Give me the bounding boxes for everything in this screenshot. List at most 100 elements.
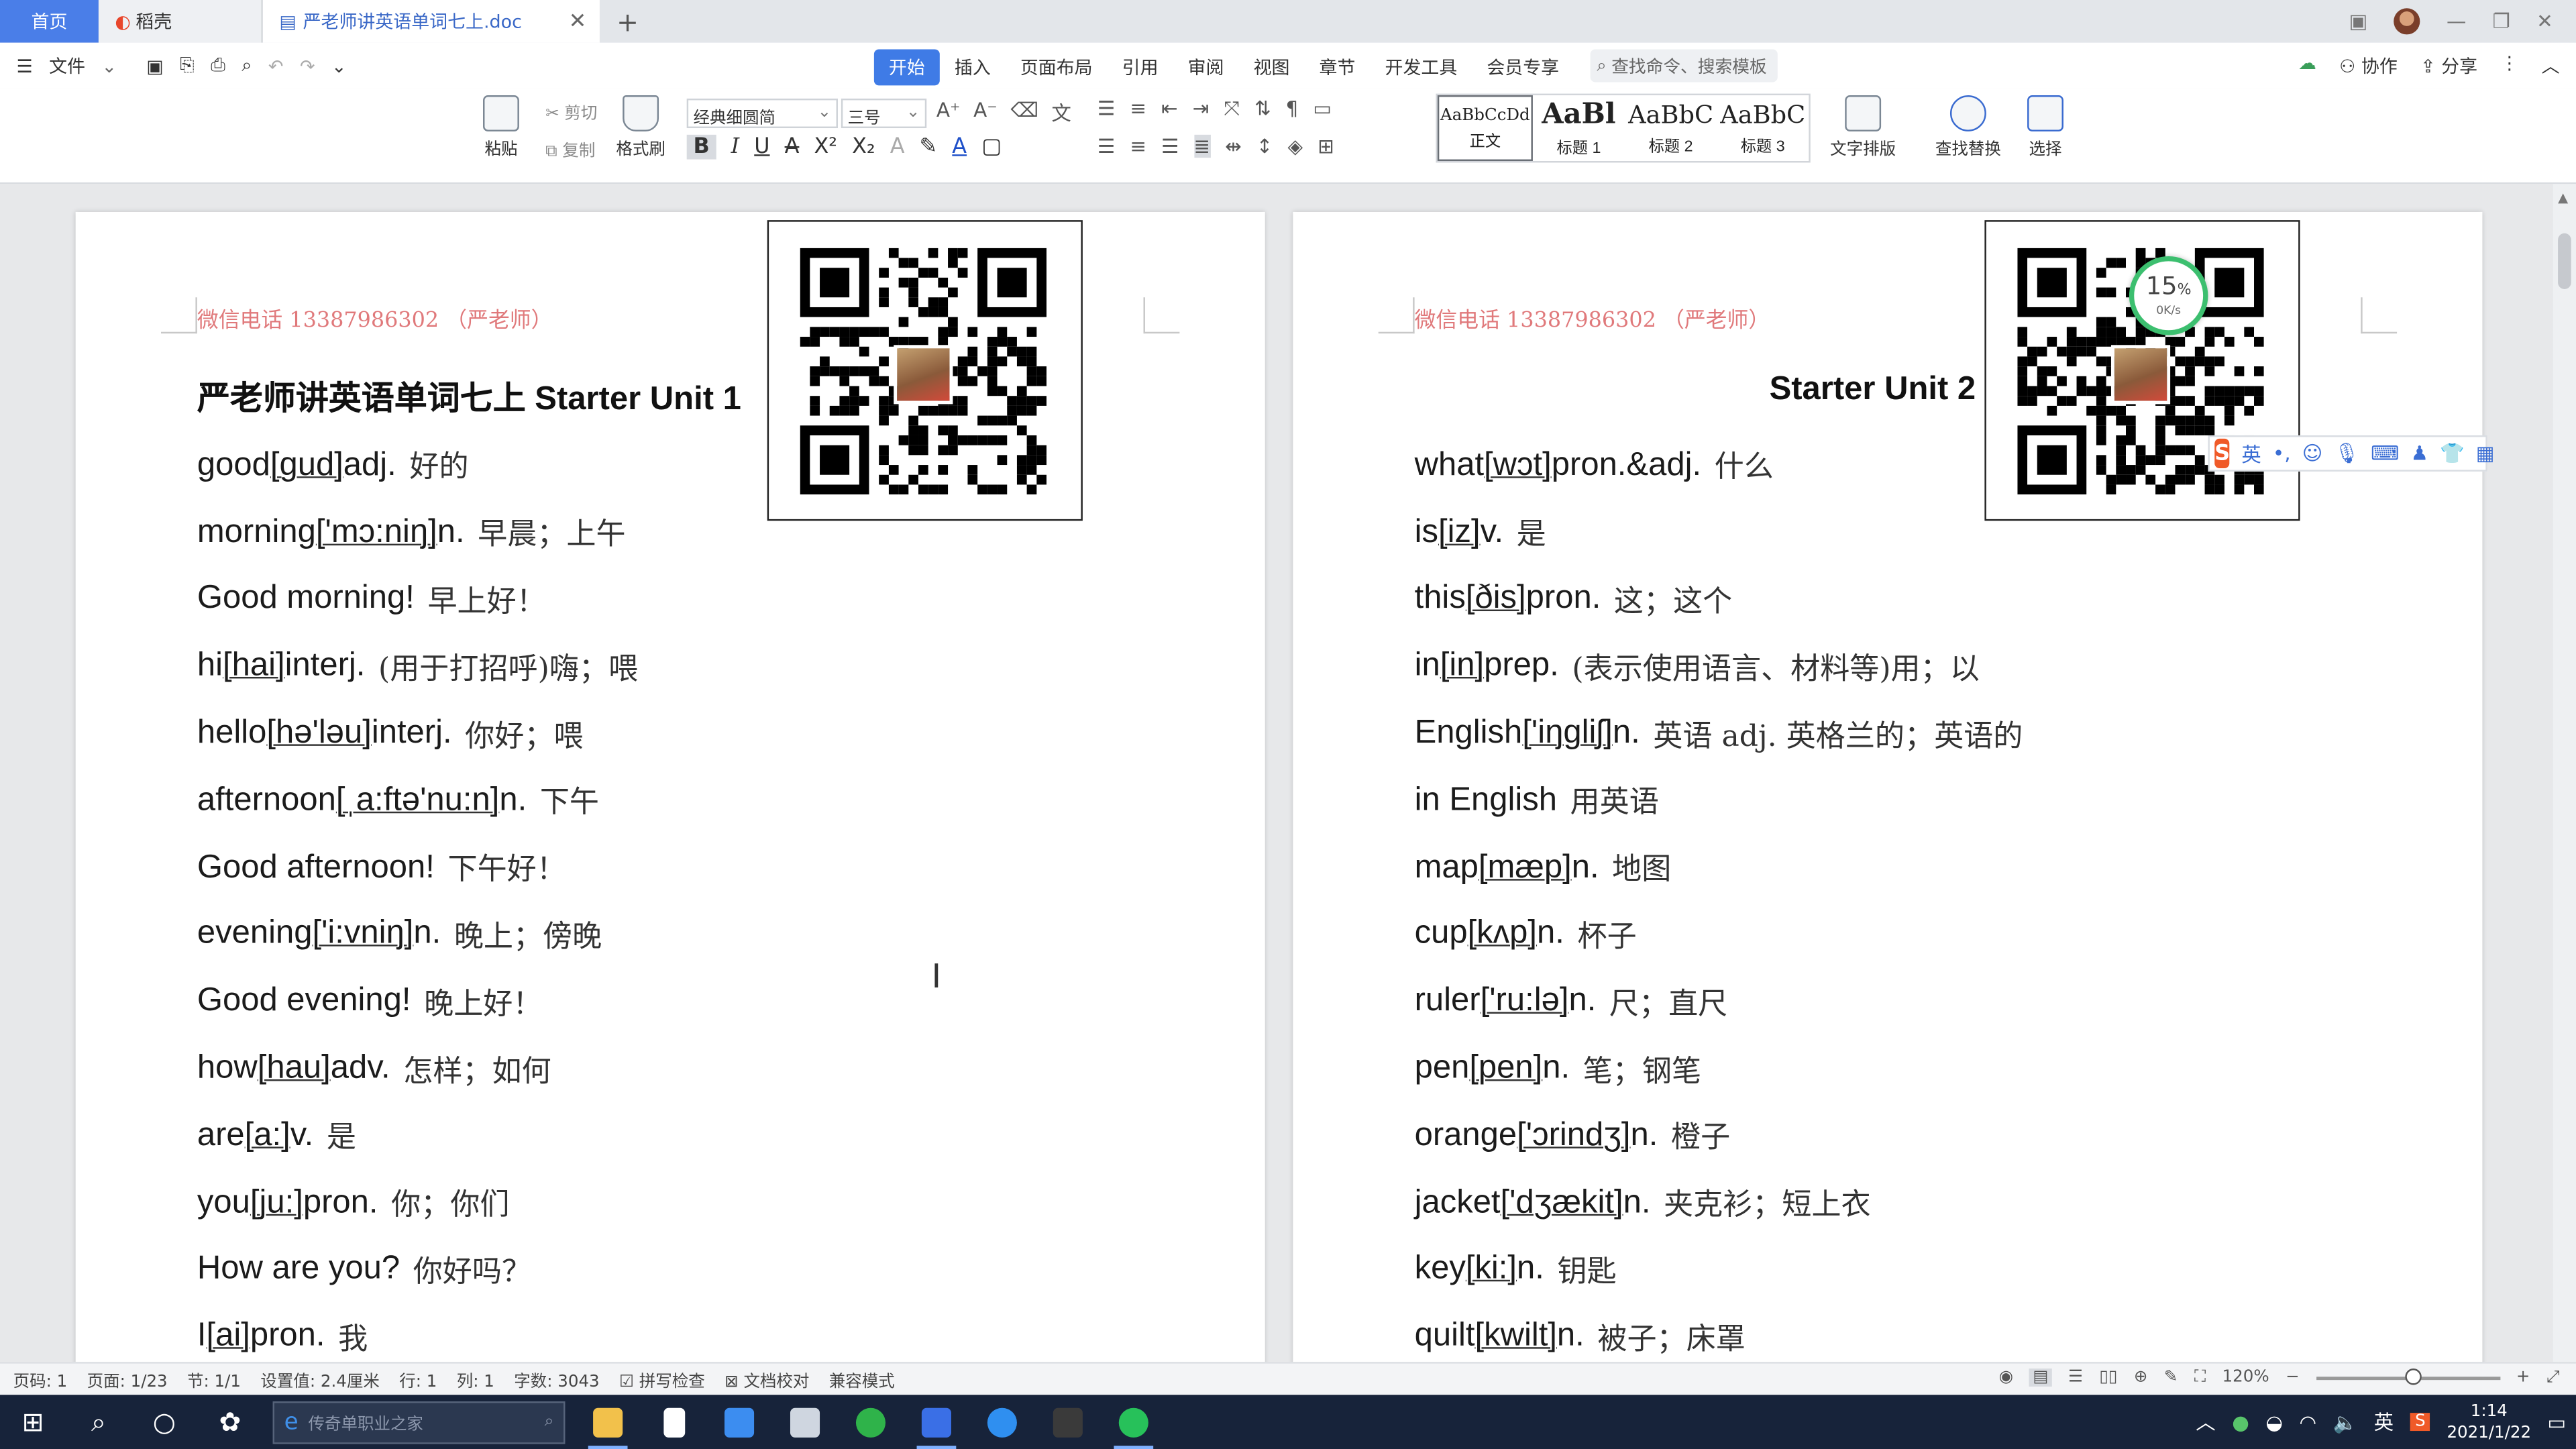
sort-icon[interactable]: ⇅ — [1254, 97, 1271, 121]
web-view-icon[interactable]: ⊕ — [2134, 1368, 2148, 1387]
tab-home[interactable]: 首页 — [0, 0, 99, 43]
distribute-icon[interactable]: ⇹ — [1225, 135, 1242, 158]
phonetic-icon[interactable]: 文 — [1052, 99, 1071, 127]
punct-icon[interactable]: •, — [2273, 442, 2291, 465]
cut-button[interactable]: ✂ 剪切 — [545, 99, 597, 123]
user-icon[interactable]: ♟ — [2411, 442, 2428, 465]
line-spacing-icon[interactable]: ↕ — [1256, 135, 1273, 158]
more-icon[interactable]: ⌄ — [331, 55, 347, 76]
ribbon-tab[interactable]: 审阅 — [1173, 49, 1239, 85]
browser-app[interactable] — [969, 1395, 1035, 1449]
vocab-entry[interactable]: in English 用英语 — [1415, 767, 2400, 835]
vocab-entry[interactable]: in [in] prep. (表示使用语言、材料等)用；以 — [1415, 633, 2400, 700]
vocab-entry[interactable]: Good afternoon! 下午好！ — [197, 835, 1183, 902]
feishu-app[interactable] — [706, 1395, 772, 1449]
increase-indent-icon[interactable]: ⇥ — [1193, 97, 1210, 121]
sogou-s-icon[interactable]: S — [2410, 1413, 2430, 1432]
vocab-entry[interactable]: hello [hə'ləu] interj. 你好；喂 — [197, 700, 1183, 767]
swirl-app-icon[interactable]: ✿ — [197, 1395, 263, 1449]
mic-icon[interactable]: 🎙 — [2334, 442, 2359, 465]
save-icon[interactable]: ▣ — [146, 55, 163, 76]
skin-icon[interactable]: 👕 — [2440, 442, 2465, 465]
underline-button[interactable]: U — [754, 135, 769, 160]
undo-icon[interactable]: ↶ — [268, 55, 284, 76]
notification-icon[interactable]: ▭ — [2548, 1410, 2567, 1433]
zoom-level[interactable]: 120% — [2222, 1368, 2269, 1387]
vocab-entry[interactable]: quilt [kwilt] n. 被子；床罩 — [1415, 1303, 2400, 1362]
sogou-tray-icon[interactable]: ◒ — [2265, 1410, 2283, 1433]
emoji-icon[interactable]: ☺ — [2302, 442, 2323, 465]
recorder-app[interactable] — [1035, 1395, 1101, 1449]
vocab-entry[interactable]: ruler ['ru:lə] n. 尺；直尺 — [1415, 968, 2400, 1035]
close-window-icon[interactable]: ✕ — [2536, 10, 2553, 33]
vocab-entry[interactable]: Good evening! 晚上好！ — [197, 968, 1183, 1035]
vocab-entry[interactable]: afternoon [ˌa:ftə'nu:n] n. 下午 — [197, 767, 1183, 835]
clear-format-icon[interactable]: ⌫ — [1010, 99, 1038, 127]
status-pages[interactable]: 页面: 1/23 — [87, 1367, 168, 1391]
highlight-icon[interactable]: ✎ — [920, 135, 938, 160]
tray-expand-icon[interactable]: ︿ — [2196, 1408, 2215, 1436]
ribbon-tab[interactable]: 开发工具 — [1370, 49, 1472, 85]
numbered-list-icon[interactable]: ≡ — [1130, 97, 1146, 121]
vocab-entry[interactable]: orange ['ɔrindʒ] n. 橙子 — [1415, 1102, 2400, 1169]
chevron-down-icon[interactable]: ⌄ — [102, 55, 117, 76]
style-item[interactable]: AaBbCcDd 正文 — [1437, 95, 1533, 162]
page-view-icon[interactable]: ▤ — [2029, 1368, 2052, 1387]
font-color-button[interactable]: A — [952, 135, 967, 160]
window-count-icon[interactable]: ▣ — [2349, 10, 2368, 33]
cortana-icon[interactable]: ○ — [131, 1395, 197, 1449]
file-menu[interactable]: 文件 — [49, 52, 85, 78]
spell-check-button[interactable]: ☑ 拼写检查 — [619, 1367, 705, 1391]
status-page-no[interactable]: 页码: 1 — [13, 1367, 68, 1391]
shrink-font-icon[interactable]: A⁻ — [973, 99, 998, 127]
text-layout-button[interactable]: 文字排版 — [1830, 95, 1896, 160]
justify-icon[interactable]: ≣ — [1193, 134, 1211, 158]
wechat-app[interactable] — [1101, 1395, 1167, 1449]
more-options-icon[interactable]: ⋮ — [2500, 52, 2518, 78]
cloud-sync-icon[interactable]: ☁ — [2298, 52, 2316, 78]
align-center-icon[interactable]: ≡ — [1130, 135, 1146, 158]
ribbon-tab[interactable]: 开始 — [873, 49, 940, 86]
vocab-entry[interactable]: map [mæp] n. 地图 — [1415, 835, 2400, 902]
close-tab-icon[interactable]: ✕ — [569, 9, 587, 34]
browser-360-app[interactable] — [838, 1395, 904, 1449]
search-icon[interactable]: ⌕ — [66, 1395, 131, 1449]
vocab-entry[interactable]: I [ai] pron. 我 — [197, 1303, 1183, 1362]
zoom-slider-knob[interactable] — [2404, 1367, 2421, 1385]
style-item[interactable]: AaBbC 标题 3 — [1717, 95, 1809, 161]
page-2[interactable]: 微信电话 13387986302 （严老师） Starter Unit 2 wh… — [1293, 211, 2483, 1362]
write-view-icon[interactable]: ✎ — [2164, 1368, 2178, 1387]
scroll-up-icon[interactable]: ▲ — [2558, 191, 2568, 205]
file-explorer-app[interactable] — [575, 1395, 641, 1449]
italic-button[interactable]: I — [731, 135, 740, 160]
find-replace-button[interactable]: 查找替换 — [1935, 95, 2001, 160]
table-border-icon[interactable]: ▭ — [1313, 97, 1332, 121]
align-right-icon[interactable]: ☰ — [1161, 135, 1179, 158]
outline-view-icon[interactable]: ☰ — [2068, 1368, 2083, 1387]
user-avatar[interactable] — [2394, 8, 2420, 35]
command-search[interactable]: ⌕ 查找命令、搜索模板 — [1590, 49, 1778, 83]
notepad-app[interactable] — [641, 1395, 706, 1449]
preview-icon[interactable]: ⌕ — [241, 54, 252, 77]
print-icon[interactable]: ⎙ — [211, 54, 225, 77]
grow-font-icon[interactable]: A⁺ — [936, 99, 961, 127]
pen-tool-app[interactable] — [772, 1395, 838, 1449]
text-effect-button[interactable]: A — [890, 135, 905, 160]
tray-ime-lang[interactable]: 英 — [2374, 1408, 2394, 1436]
zoom-in-icon[interactable]: + — [2516, 1368, 2530, 1387]
collab-button[interactable]: ⚇ 协作 — [2339, 52, 2398, 78]
taskbar-search[interactable]: e 传奇单职业之家 ⌕ — [272, 1400, 566, 1444]
scroll-thumb[interactable] — [2558, 233, 2571, 290]
chinese-layout-icon[interactable]: ⤧ — [1224, 97, 1240, 121]
shading-icon[interactable]: ◈ — [1287, 135, 1303, 158]
vocab-entry[interactable]: evening ['i:vniŋ] n. 晚上；傍晚 — [197, 901, 1183, 968]
ribbon-tab[interactable]: 引用 — [1108, 49, 1173, 85]
eye-protect-icon[interactable]: ◉ — [1999, 1368, 2013, 1387]
collapse-ribbon-icon[interactable]: ︿ — [2542, 52, 2560, 78]
vertical-scrollbar[interactable]: ▲ — [2553, 184, 2576, 1362]
zoom-slider[interactable] — [2316, 1367, 2500, 1385]
wifi-icon[interactable]: ◠ — [2300, 1410, 2317, 1433]
export-icon[interactable]: ⎘ — [180, 54, 195, 77]
superscript-button[interactable]: X² — [814, 135, 837, 160]
restore-icon[interactable]: ❐ — [2493, 10, 2510, 33]
